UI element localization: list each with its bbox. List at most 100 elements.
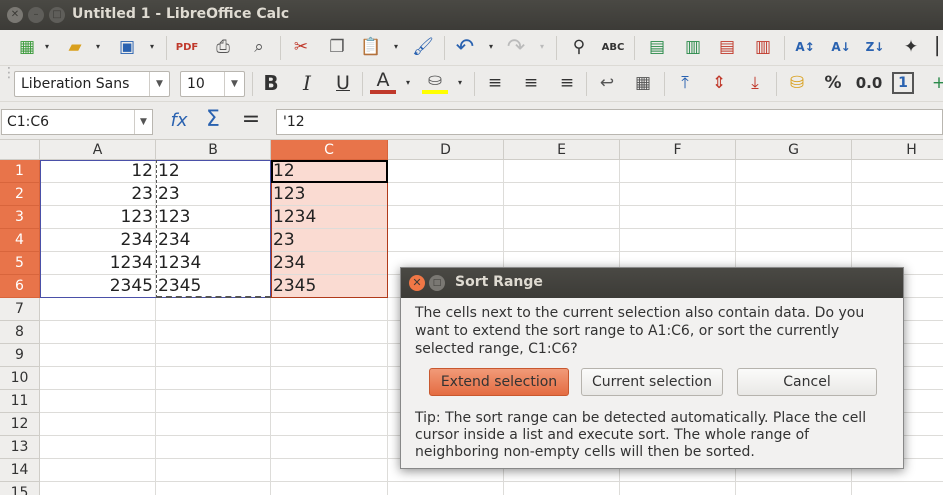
sort-descending-icon[interactable]: Z↓: [862, 34, 888, 60]
cell-g3[interactable]: [736, 206, 852, 229]
align-left-icon[interactable]: ≡: [482, 70, 508, 96]
column-header-f[interactable]: F: [620, 140, 736, 160]
row-header-11[interactable]: 11: [0, 390, 40, 413]
column-header-b[interactable]: B: [156, 140, 271, 160]
window-minimize-icon[interactable]: –: [28, 7, 44, 23]
dialog-maximize-icon[interactable]: □: [429, 275, 445, 291]
cell-d1[interactable]: [388, 160, 504, 183]
cell-b1[interactable]: 12: [156, 160, 271, 183]
cell-a13[interactable]: [40, 436, 156, 459]
copy-icon[interactable]: ❐: [324, 34, 350, 60]
cell-e15[interactable]: [504, 482, 620, 495]
new-document-icon[interactable]: ▦: [14, 34, 40, 60]
cell-c8[interactable]: [271, 321, 388, 344]
formula-input[interactable]: '12: [276, 109, 943, 135]
highlight-color-icon[interactable]: ⛀: [422, 70, 448, 94]
cell-g2[interactable]: [736, 183, 852, 206]
cell-c13[interactable]: [271, 436, 388, 459]
new-dropdown-icon[interactable]: ▾: [45, 43, 51, 51]
row-header-7[interactable]: 7: [0, 298, 40, 321]
open-dropdown-icon[interactable]: ▾: [96, 43, 102, 51]
cell-g15[interactable]: [736, 482, 852, 495]
cell-c3[interactable]: 1234: [271, 206, 388, 229]
cut-icon[interactable]: ✂: [288, 34, 314, 60]
cell-b12[interactable]: [156, 413, 271, 436]
font-color-button[interactable]: A: [370, 69, 396, 94]
cell-f15[interactable]: [620, 482, 736, 495]
cell-d15[interactable]: [388, 482, 504, 495]
cell-g4[interactable]: [736, 229, 852, 252]
cell-c11[interactable]: [271, 390, 388, 413]
cell-g1[interactable]: [736, 160, 852, 183]
row-header-15[interactable]: 15: [0, 482, 40, 495]
save-dropdown-icon[interactable]: ▾: [150, 43, 156, 51]
cell-c5[interactable]: 234: [271, 252, 388, 275]
cancel-button[interactable]: Cancel: [737, 368, 877, 396]
dialog-close-icon[interactable]: ✕: [409, 275, 425, 291]
paste-dropdown-icon[interactable]: ▾: [394, 43, 400, 51]
italic-button[interactable]: I: [294, 70, 320, 96]
cell-d3[interactable]: [388, 206, 504, 229]
chevron-down-icon[interactable]: ▼: [149, 72, 169, 96]
cell-b5[interactable]: 1234: [156, 252, 271, 275]
cell-c15[interactable]: [271, 482, 388, 495]
row-header-5[interactable]: 5: [0, 252, 40, 275]
column-header-h[interactable]: H: [852, 140, 943, 160]
more-toolbar-icon[interactable]: ▏: [930, 34, 943, 60]
cell-a3[interactable]: 123: [40, 206, 156, 229]
cell-a8[interactable]: [40, 321, 156, 344]
cell-h3[interactable]: [852, 206, 943, 229]
save-icon[interactable]: ▣: [114, 34, 140, 60]
undo-dropdown-icon[interactable]: ▾: [489, 43, 495, 51]
find-replace-icon[interactable]: ⚲: [566, 34, 592, 60]
name-box[interactable]: C1:C6 ▼: [1, 109, 153, 135]
highlight-dropdown-icon[interactable]: ▾: [458, 79, 464, 87]
cell-d4[interactable]: [388, 229, 504, 252]
cell-a10[interactable]: [40, 367, 156, 390]
cell-b10[interactable]: [156, 367, 271, 390]
cell-c2[interactable]: 123: [271, 183, 388, 206]
formula-icon[interactable]: =: [238, 107, 264, 132]
row-header-10[interactable]: 10: [0, 367, 40, 390]
row-header-3[interactable]: 3: [0, 206, 40, 229]
row-header-8[interactable]: 8: [0, 321, 40, 344]
row-header-4[interactable]: 4: [0, 229, 40, 252]
font-name-combo[interactable]: Liberation Sans ▼: [14, 71, 170, 97]
column-header-a[interactable]: A: [40, 140, 156, 160]
sort-icon[interactable]: A↕: [792, 34, 818, 60]
cell-c9[interactable]: [271, 344, 388, 367]
cell-a5[interactable]: 1234: [40, 252, 156, 275]
chevron-down-icon[interactable]: ▼: [224, 72, 244, 96]
cell-b15[interactable]: [156, 482, 271, 495]
clone-formatting-icon[interactable]: 🖌: [410, 34, 436, 60]
column-header-g[interactable]: G: [736, 140, 852, 160]
delete-column-icon[interactable]: ▥: [750, 34, 776, 60]
extend-selection-button[interactable]: Extend selection: [429, 368, 569, 396]
cell-a2[interactable]: 23: [40, 183, 156, 206]
center-vertically-icon[interactable]: ⇕: [706, 70, 732, 96]
current-selection-button[interactable]: Current selection: [581, 368, 723, 396]
font-color-dropdown-icon[interactable]: ▾: [406, 79, 412, 87]
cell-a9[interactable]: [40, 344, 156, 367]
cell-f3[interactable]: [620, 206, 736, 229]
column-header-d[interactable]: D: [388, 140, 504, 160]
select-all-corner[interactable]: [0, 140, 40, 160]
row-header-9[interactable]: 9: [0, 344, 40, 367]
row-icon[interactable]: ▤: [644, 34, 670, 60]
cell-d2[interactable]: [388, 183, 504, 206]
delete-row-icon[interactable]: ▤: [714, 34, 740, 60]
cell-b14[interactable]: [156, 459, 271, 482]
row-header-1[interactable]: 1: [0, 160, 40, 183]
spelling-icon[interactable]: ABC: [600, 34, 626, 60]
print-icon[interactable]: ⎙: [210, 34, 236, 60]
cell-h2[interactable]: [852, 183, 943, 206]
chevron-down-icon[interactable]: ▼: [134, 110, 152, 134]
cell-e1[interactable]: [504, 160, 620, 183]
date-format-button[interactable]: 1: [892, 72, 914, 94]
cell-a11[interactable]: [40, 390, 156, 413]
cell-e3[interactable]: [504, 206, 620, 229]
cell-b2[interactable]: 23: [156, 183, 271, 206]
cell-h4[interactable]: [852, 229, 943, 252]
column-header-e[interactable]: E: [504, 140, 620, 160]
function-wizard-icon[interactable]: fx: [166, 110, 192, 134]
